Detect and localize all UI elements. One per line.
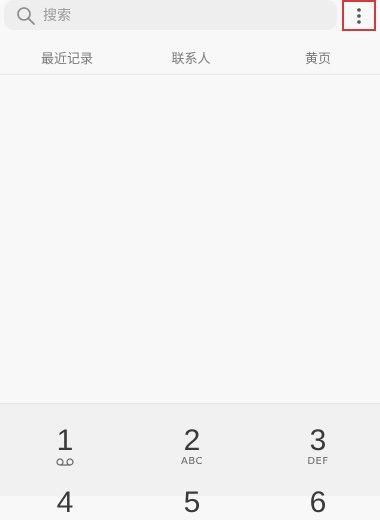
key-6[interactable]: 6 xyxy=(278,486,358,520)
search-icon xyxy=(17,7,35,25)
key-4[interactable]: 4 xyxy=(25,486,105,520)
key-digit: 3 xyxy=(309,424,327,457)
key-1[interactable]: 1 xyxy=(25,424,105,466)
search-bar[interactable]: 搜索 xyxy=(4,0,337,30)
key-letters: ABC xyxy=(180,456,203,467)
tab-bar: 最近记录 联系人 黄页 xyxy=(0,44,380,75)
more-options-button[interactable] xyxy=(342,0,376,31)
tab-yellow-pages[interactable]: 黄页 xyxy=(305,48,331,67)
dial-keypad: 1 2 ABC 3 DEF 4 5 6 xyxy=(0,403,380,519)
voicemail-icon xyxy=(56,458,74,466)
key-digit: 2 xyxy=(183,424,201,457)
key-3[interactable]: 3 DEF xyxy=(278,424,358,467)
key-2[interactable]: 2 ABC xyxy=(152,424,232,467)
key-5[interactable]: 5 xyxy=(152,486,232,520)
key-digit: 4 xyxy=(56,486,74,519)
tab-contacts[interactable]: 联系人 xyxy=(171,48,210,67)
key-digit: 1 xyxy=(56,424,74,457)
key-digit: 5 xyxy=(183,486,201,519)
key-letters: DEF xyxy=(307,456,329,467)
key-digit: 6 xyxy=(309,486,327,519)
search-placeholder: 搜索 xyxy=(43,8,71,24)
tab-recent[interactable]: 最近记录 xyxy=(41,48,93,67)
more-vertical-icon xyxy=(357,7,361,24)
content-area xyxy=(0,75,380,403)
